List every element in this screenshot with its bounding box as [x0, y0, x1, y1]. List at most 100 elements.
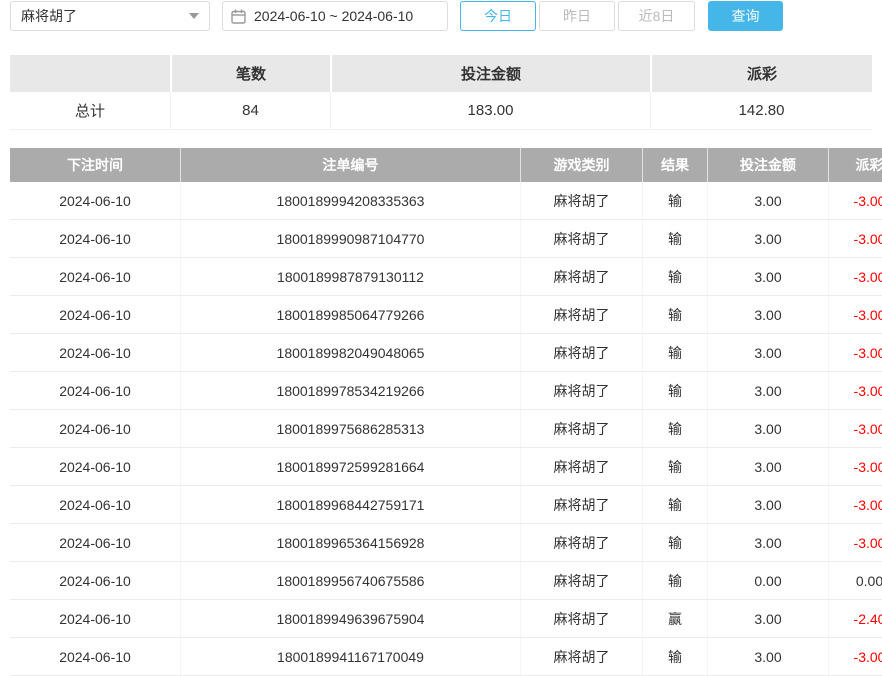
date-range-value: 2024-06-10 ~ 2024-06-10: [254, 8, 413, 24]
cell-game-type: 麻将胡了: [520, 296, 642, 333]
cell-game-type: 麻将胡了: [520, 334, 642, 371]
header-bet-amount: 投注金额: [707, 148, 828, 182]
table-row: 2024-06-10 1800189972599281664 麻将胡了 输 3.…: [10, 448, 882, 486]
table-row: 2024-06-10 1800189985064779266 麻将胡了 输 3.…: [10, 296, 882, 334]
table-row: 2024-06-10 1800189978534219266 麻将胡了 输 3.…: [10, 372, 882, 410]
header-bet-time: 下注时间: [10, 148, 180, 182]
cell-order-id: 1800189975686285313: [180, 410, 520, 447]
table-row: 2024-06-10 1800189956740675586 麻将胡了 输 0.…: [10, 562, 882, 600]
summary-bet-amount-value: 183.00: [330, 92, 650, 129]
summary-table: 笔数 投注金额 派彩 总计 84 183.00 142.80: [10, 55, 872, 130]
calendar-icon: [231, 9, 246, 24]
cell-payout: -3.00: [828, 182, 882, 219]
summary-header-blank: [10, 55, 170, 92]
cell-bet-amount: 3.00: [707, 372, 828, 409]
yesterday-button[interactable]: 昨日: [539, 1, 615, 31]
summary-total-row: 总计 84 183.00 142.80: [10, 92, 872, 130]
table-row: 2024-06-10 1800189990987104770 麻将胡了 输 3.…: [10, 220, 882, 258]
cell-game-type: 麻将胡了: [520, 562, 642, 599]
cell-order-id: 1800189982049048065: [180, 334, 520, 371]
cell-payout: -3.00: [828, 448, 882, 485]
table-row: 2024-06-10 1800189994208335363 麻将胡了 输 3.…: [10, 182, 882, 220]
cell-bet-time: 2024-06-10: [10, 486, 180, 523]
cell-order-id: 1800189978534219266: [180, 372, 520, 409]
summary-header-row: 笔数 投注金额 派彩: [10, 55, 872, 92]
date-range-input[interactable]: 2024-06-10 ~ 2024-06-10: [222, 1, 448, 31]
chevron-down-icon: [189, 13, 199, 19]
cell-bet-time: 2024-06-10: [10, 372, 180, 409]
cell-bet-amount: 3.00: [707, 410, 828, 447]
cell-payout: -3.00: [828, 296, 882, 333]
cell-game-type: 麻将胡了: [520, 410, 642, 447]
cell-payout: 0.00: [828, 562, 882, 599]
cell-bet-amount: 3.00: [707, 448, 828, 485]
cell-bet-time: 2024-06-10: [10, 600, 180, 637]
cell-result: 赢: [642, 600, 707, 637]
cell-order-id: 1800189956740675586: [180, 562, 520, 599]
bet-table-header: 下注时间 注单编号 游戏类别 结果 投注金额 派彩: [10, 148, 882, 182]
header-result: 结果: [642, 148, 707, 182]
cell-result: 输: [642, 258, 707, 295]
summary-count-value: 84: [170, 92, 330, 129]
cell-game-type: 麻将胡了: [520, 524, 642, 561]
cell-payout: -3.00: [828, 220, 882, 257]
cell-result: 输: [642, 410, 707, 447]
cell-bet-amount: 3.00: [707, 258, 828, 295]
cell-bet-time: 2024-06-10: [10, 182, 180, 219]
cell-result: 输: [642, 524, 707, 561]
cell-result: 输: [642, 296, 707, 333]
cell-game-type: 麻将胡了: [520, 372, 642, 409]
cell-bet-amount: 3.00: [707, 182, 828, 219]
header-order-id: 注单编号: [180, 148, 520, 182]
cell-bet-time: 2024-06-10: [10, 638, 180, 675]
cell-result: 输: [642, 486, 707, 523]
cell-result: 输: [642, 182, 707, 219]
today-button[interactable]: 今日: [460, 1, 536, 31]
cell-bet-time: 2024-06-10: [10, 220, 180, 257]
cell-bet-amount: 3.00: [707, 486, 828, 523]
header-game-type: 游戏类别: [520, 148, 642, 182]
cell-bet-time: 2024-06-10: [10, 334, 180, 371]
cell-order-id: 1800189987879130112: [180, 258, 520, 295]
cell-payout: -3.00: [828, 486, 882, 523]
cell-bet-amount: 3.00: [707, 296, 828, 333]
filter-toolbar: 麻将胡了 2024-06-10 ~ 2024-06-10 今日 昨日 近8日 查…: [10, 0, 882, 32]
cell-bet-amount: 3.00: [707, 638, 828, 675]
bet-table-wrapper: 下注时间 注单编号 游戏类别 结果 投注金额 派彩 2024-06-10 180…: [10, 148, 882, 676]
cell-game-type: 麻将胡了: [520, 448, 642, 485]
cell-bet-amount: 3.00: [707, 524, 828, 561]
bet-table: 下注时间 注单编号 游戏类别 结果 投注金额 派彩 2024-06-10 180…: [10, 148, 882, 676]
cell-bet-time: 2024-06-10: [10, 448, 180, 485]
cell-order-id: 1800189985064779266: [180, 296, 520, 333]
table-row: 2024-06-10 1800189975686285313 麻将胡了 输 3.…: [10, 410, 882, 448]
cell-game-type: 麻将胡了: [520, 600, 642, 637]
cell-order-id: 1800189965364156928: [180, 524, 520, 561]
cell-payout: -3.00: [828, 258, 882, 295]
summary-header-payout: 派彩: [650, 55, 872, 92]
cell-bet-amount: 3.00: [707, 334, 828, 371]
cell-bet-amount: 0.00: [707, 562, 828, 599]
cell-order-id: 1800189968442759171: [180, 486, 520, 523]
cell-bet-time: 2024-06-10: [10, 258, 180, 295]
game-select[interactable]: 麻将胡了: [10, 1, 210, 31]
summary-total-label: 总计: [10, 92, 170, 129]
table-row: 2024-06-10 1800189949639675904 麻将胡了 赢 3.…: [10, 600, 882, 638]
cell-payout: -3.00: [828, 638, 882, 675]
header-payout: 派彩: [828, 148, 882, 182]
cell-order-id: 1800189990987104770: [180, 220, 520, 257]
game-select-value: 麻将胡了: [21, 6, 77, 26]
cell-bet-time: 2024-06-10: [10, 524, 180, 561]
cell-payout: -3.00: [828, 524, 882, 561]
cell-order-id: 1800189994208335363: [180, 182, 520, 219]
query-button[interactable]: 查询: [708, 1, 783, 31]
summary-payout-value: 142.80: [650, 92, 872, 129]
last-8-days-button[interactable]: 近8日: [618, 1, 695, 31]
cell-game-type: 麻将胡了: [520, 638, 642, 675]
cell-payout: -3.00: [828, 372, 882, 409]
cell-game-type: 麻将胡了: [520, 220, 642, 257]
table-row: 2024-06-10 1800189941167170049 麻将胡了 输 3.…: [10, 638, 882, 676]
table-row: 2024-06-10 1800189968442759171 麻将胡了 输 3.…: [10, 486, 882, 524]
cell-bet-time: 2024-06-10: [10, 296, 180, 333]
cell-order-id: 1800189949639675904: [180, 600, 520, 637]
cell-order-id: 1800189941167170049: [180, 638, 520, 675]
